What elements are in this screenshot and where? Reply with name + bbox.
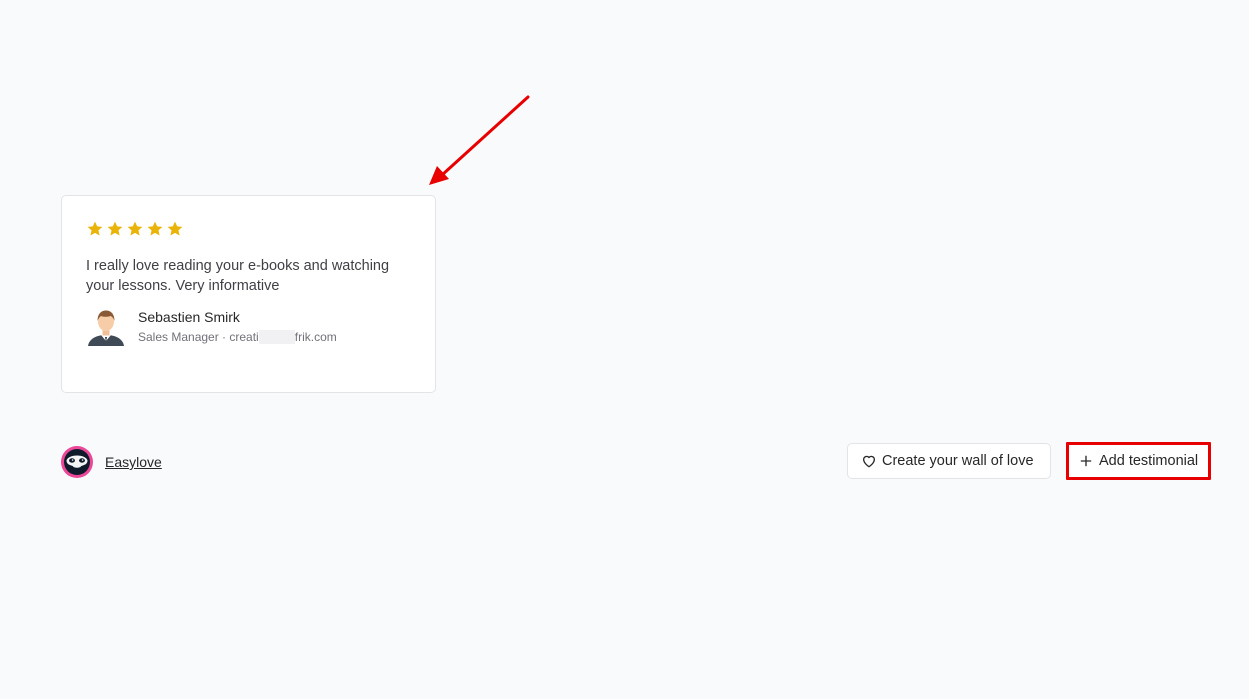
testimonial-card: I really love reading your e-books and w… bbox=[61, 195, 436, 393]
brand-link[interactable]: Easylove bbox=[105, 454, 162, 470]
add-testimonial-button[interactable]: Add testimonial bbox=[1066, 442, 1211, 480]
star-icon bbox=[167, 221, 183, 236]
author-domain: frik.com bbox=[294, 329, 337, 344]
plus-icon bbox=[1080, 455, 1092, 467]
easylove-logo-icon bbox=[61, 446, 93, 478]
testimonial-author: Sebastien Smirk Sales Manager · creati fr… bbox=[86, 306, 337, 346]
star-icon bbox=[127, 221, 143, 236]
redacted-block bbox=[258, 329, 295, 344]
avatar bbox=[88, 310, 124, 346]
brand: Easylove bbox=[61, 446, 162, 478]
star-icon bbox=[87, 221, 103, 236]
heart-icon bbox=[863, 455, 875, 468]
author-meta: Sales Manager · creati frik.com bbox=[138, 329, 337, 345]
annotation-arrow-icon bbox=[429, 95, 530, 185]
create-wall-of-love-button[interactable]: Create your wall of love bbox=[847, 443, 1051, 479]
add-testimonial-label: Add testimonial bbox=[1099, 453, 1199, 469]
star-icon bbox=[107, 221, 123, 236]
author-role: Sales Manager · creati bbox=[138, 329, 259, 344]
create-wall-of-love-label: Create your wall of love bbox=[882, 453, 1034, 469]
author-name: Sebastien Smirk bbox=[138, 308, 240, 325]
star-rating bbox=[86, 220, 411, 238]
star-icon bbox=[147, 221, 163, 236]
testimonial-text: I really love reading your e-books and w… bbox=[86, 258, 390, 294]
author-info: Sebastien Smirk Sales Manager · creati fr… bbox=[138, 308, 337, 345]
